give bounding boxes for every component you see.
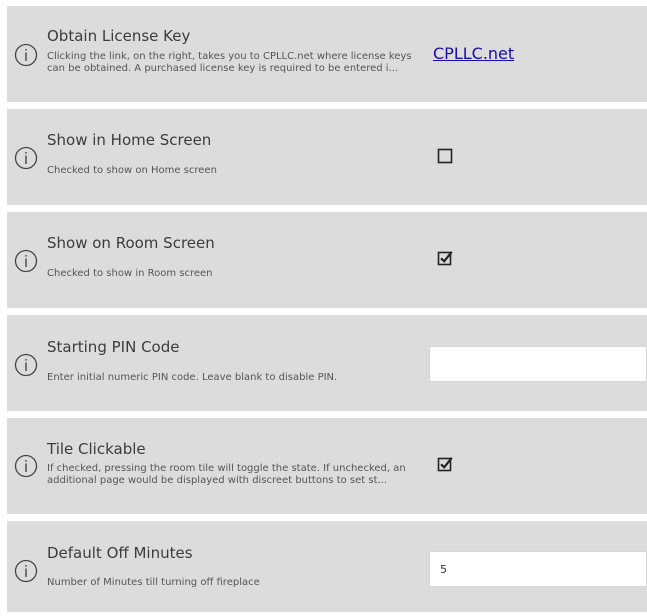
setting-row-home-screen: Show in Home Screen Checked to show on H…	[7, 109, 647, 205]
info-icon[interactable]	[14, 353, 38, 377]
setting-title: Tile Clickable	[47, 440, 146, 458]
info-icon[interactable]	[14, 146, 38, 170]
setting-description: Clicking the link, on the right, takes y…	[47, 51, 412, 74]
setting-title: Default Off Minutes	[47, 544, 193, 562]
info-icon[interactable]	[14, 249, 38, 273]
setting-description: If checked, pressing the room tile will …	[47, 463, 406, 486]
setting-description: Checked to show in Room screen	[47, 268, 213, 279]
setting-title: Show in Home Screen	[47, 131, 212, 149]
setting-row-room-screen: Show on Room Screen Checked to show in R…	[7, 212, 647, 308]
checkbox-checked-icon	[437, 456, 453, 472]
setting-title: Show on Room Screen	[47, 234, 215, 252]
setting-title: Starting PIN Code	[47, 338, 180, 356]
info-icon[interactable]	[14, 454, 38, 478]
room-screen-checkbox[interactable]	[437, 250, 453, 266]
pin-code-input[interactable]	[429, 346, 647, 382]
setting-row-tile-clickable: Tile Clickable If checked, pressing the …	[7, 418, 647, 514]
info-icon[interactable]	[14, 559, 38, 583]
setting-description: Enter initial numeric PIN code. Leave bl…	[47, 372, 338, 383]
checkbox-unchecked-icon	[437, 148, 453, 164]
default-off-minutes-input[interactable]	[429, 551, 647, 587]
info-icon[interactable]	[14, 43, 38, 67]
setting-row-pin-code: Starting PIN Code Enter initial numeric …	[7, 315, 647, 411]
cpllc-link[interactable]: CPLLC.net	[433, 44, 514, 63]
setting-description: Checked to show on Home screen	[47, 165, 217, 176]
setting-title: Obtain License Key	[47, 27, 191, 45]
settings-list: Obtain License Key Clicking the link, on…	[0, 0, 647, 616]
checkbox-checked-icon	[437, 250, 453, 266]
setting-description: Number of Minutes till turning off firep…	[47, 577, 260, 588]
home-screen-checkbox[interactable]	[437, 148, 453, 164]
setting-row-default-off-minutes: Default Off Minutes Number of Minutes ti…	[7, 521, 647, 612]
tile-clickable-checkbox[interactable]	[437, 456, 453, 472]
setting-row-license-key: Obtain License Key Clicking the link, on…	[7, 6, 647, 102]
